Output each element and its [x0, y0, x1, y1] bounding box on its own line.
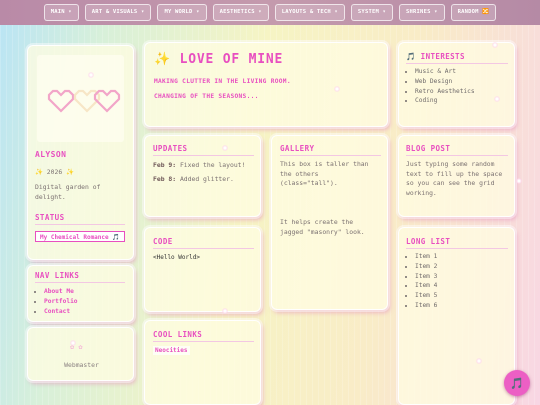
list-item: Music & Art: [415, 67, 475, 77]
cool-links-heading: COOL LINKS: [153, 330, 203, 339]
divider: [406, 155, 508, 156]
list-item: Item 3: [415, 272, 437, 282]
nav-random-button[interactable]: RANDOM 🔀: [450, 4, 497, 21]
hero-card: ✨ LOVE OF MINE MAKING CLUTTER IN THE LIV…: [144, 42, 388, 127]
profile-description: Digital garden of delight.: [35, 183, 101, 201]
nav-link-contact[interactable]: Contact: [44, 307, 78, 317]
sparkle-icon: [222, 308, 228, 314]
sparkle-icon: [88, 72, 94, 78]
divider: [280, 155, 381, 156]
list-item: Item 4: [415, 281, 437, 291]
blog-post-text: Just typing some random text to fill up …: [406, 160, 503, 197]
sparkle-icon: [476, 358, 482, 364]
divider: [35, 224, 125, 225]
code-card: CODE <Hello World>: [144, 227, 261, 312]
webmaster-label: Webmaster: [64, 361, 99, 369]
interests-heading: 🎵 INTERESTS: [406, 52, 465, 61]
cool-links-card: COOL LINKS Neocities: [144, 320, 261, 405]
nav-aesthetics-dropdown[interactable]: AESTHETICS ▾: [212, 4, 269, 21]
nav-link-about-me[interactable]: About Me: [44, 287, 78, 297]
hero-line-2: CHANGING OF THE SEASONS...: [154, 93, 259, 100]
updates-heading: UPDATES: [153, 144, 188, 153]
sparkle-icon: [222, 145, 228, 151]
list-item: Coding: [415, 96, 475, 106]
avatar: [37, 55, 124, 142]
long-list-heading: LONG LIST: [406, 237, 451, 246]
music-player-button[interactable]: 🎵: [504, 370, 530, 396]
long-list-card: LONG LIST Item 1 Item 2 Item 3 Item 4 It…: [398, 227, 515, 405]
list-item: Item 6: [415, 301, 437, 311]
blog-post-heading: BLOG POST: [406, 144, 451, 153]
profile-card: ALYSON ✨ 2026 ✨ Digital garden of deligh…: [27, 45, 134, 260]
gallery-heading: GALLERY: [280, 144, 315, 153]
interests-list: Music & Art Web Design Retro Aesthetics …: [406, 67, 475, 106]
sparkle-icon: [70, 340, 76, 346]
update-date: Feb 8:: [153, 175, 177, 183]
nav-links-card: NAV LINKS About Me Portfolio Contact: [27, 265, 134, 322]
divider: [35, 282, 125, 283]
code-snippet: <Hello World>: [153, 254, 200, 261]
top-nav-bar: MAIN ▾ ART & VISUALS ▾ MY WORLD ▾ AESTHE…: [0, 0, 540, 25]
nav-links-list: About Me Portfolio Contact: [35, 287, 78, 316]
update-entry: Feb 9: Fixed the layout!: [153, 161, 245, 171]
update-text: Added glitter.: [179, 175, 234, 183]
nav-link-portfolio[interactable]: Portfolio: [44, 297, 78, 307]
nav-main-dropdown[interactable]: MAIN ▾: [43, 4, 79, 21]
hero-title: ✨ LOVE OF MINE: [154, 52, 284, 67]
nav-links-heading: NAV LINKS: [35, 271, 80, 280]
cool-link-neocities[interactable]: Neocities: [153, 346, 190, 355]
list-item: Item 1: [415, 252, 437, 262]
divider: [153, 341, 254, 342]
divider: [406, 248, 508, 249]
divider: [153, 248, 254, 249]
webmaster-card: ✿ ✿ Webmaster: [27, 327, 134, 381]
list-item: Item 2: [415, 262, 437, 272]
hero-line-1: MAKING CLUTTER IN THE LIVING ROOM.: [154, 78, 291, 85]
gallery-text-2: It helps create the jagged "masonry" loo…: [280, 218, 365, 236]
code-heading: CODE: [153, 237, 173, 246]
update-text: Fixed the layout!: [179, 161, 246, 169]
nav-my-world-dropdown[interactable]: MY WORLD ▾: [157, 4, 207, 21]
music-note-icon: 🎵: [510, 376, 524, 390]
list-item: Item 5: [415, 291, 437, 301]
profile-year: ✨ 2026 ✨: [35, 168, 74, 176]
blog-post-card: BLOG POST Just typing some random text t…: [398, 135, 515, 217]
divider: [406, 63, 508, 64]
sparkle-icon: [494, 96, 500, 102]
sparkle-icon: [516, 178, 522, 184]
list-item: Retro Aesthetics: [415, 87, 475, 97]
nav-art-visuals-dropdown[interactable]: ART & VISUALS ▾: [84, 4, 152, 21]
nav-layouts-tech-dropdown[interactable]: LAYOUTS & TECH ▾: [274, 4, 345, 21]
gallery-text-1: This box is taller than the others (clas…: [280, 160, 369, 187]
nav-system-dropdown[interactable]: SYSTEM ▾: [350, 4, 394, 21]
divider: [153, 155, 254, 156]
updates-card: UPDATES Feb 9: Fixed the layout! Feb 8: …: [144, 135, 261, 217]
profile-name: ALYSON: [35, 150, 67, 159]
nav-shrines-dropdown[interactable]: SHRINES ▾: [399, 4, 445, 21]
gallery-card: GALLERY This box is taller than the othe…: [271, 135, 388, 310]
list-item: Web Design: [415, 77, 475, 87]
pixel-hearts-icon: [47, 89, 121, 113]
sparkle-icon: [492, 42, 498, 48]
sparkle-icon: [334, 86, 340, 92]
status-heading: STATUS: [35, 213, 65, 222]
interests-card: 🎵 INTERESTS Music & Art Web Design Retro…: [398, 42, 515, 127]
long-list: Item 1 Item 2 Item 3 Item 4 Item 5 Item …: [406, 252, 437, 311]
update-entry: Feb 8: Added glitter.: [153, 175, 234, 185]
status-music-box[interactable]: My Chemical Romance 🎵: [35, 231, 125, 242]
update-date: Feb 9:: [153, 161, 177, 169]
